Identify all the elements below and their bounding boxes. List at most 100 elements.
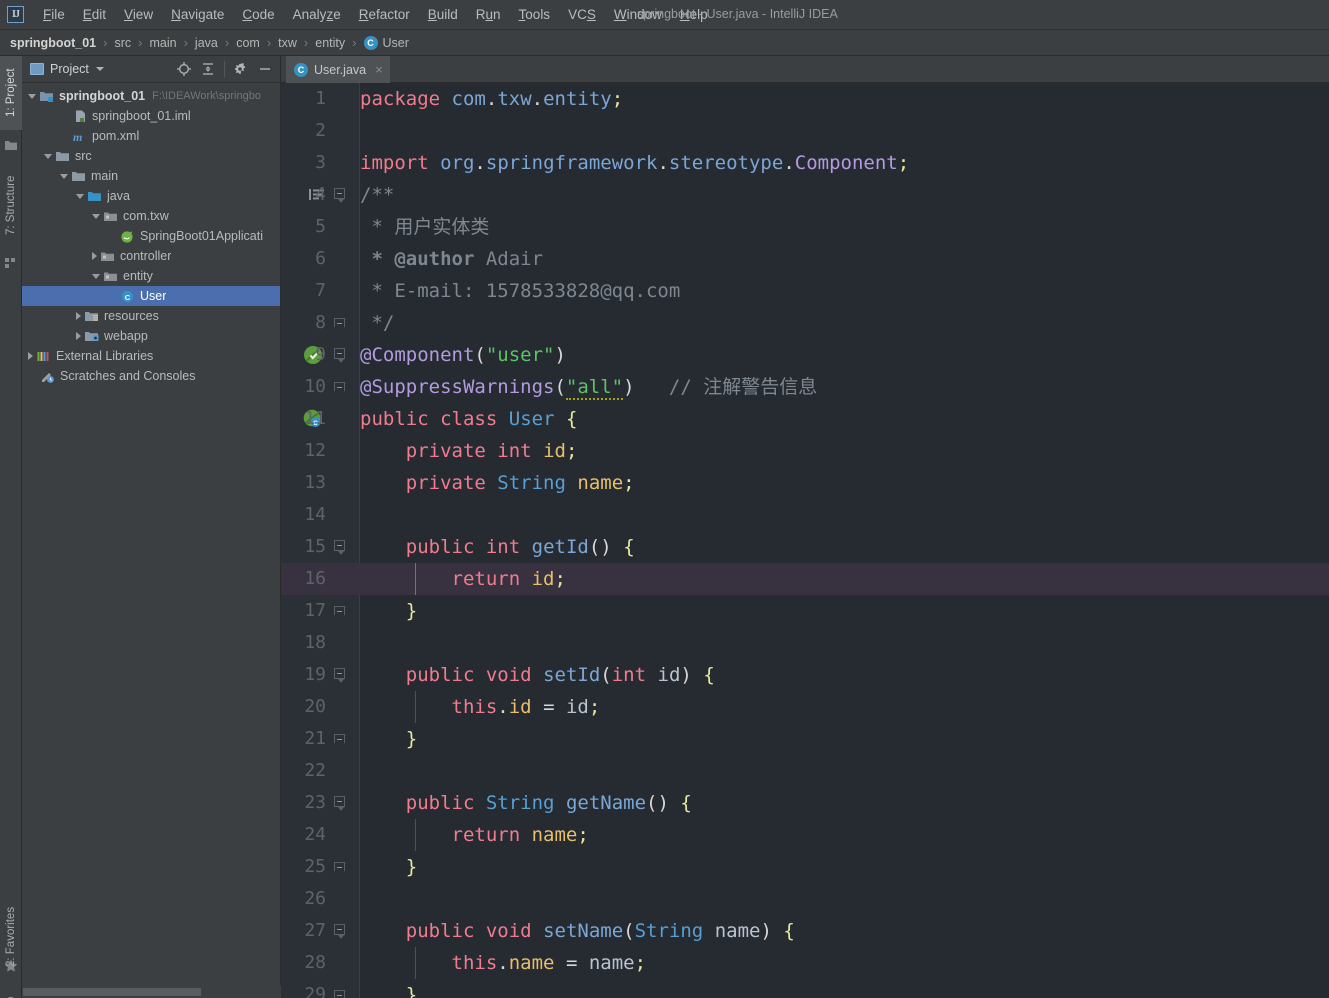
close-icon[interactable]: ×	[375, 63, 383, 76]
code-line[interactable]: 6 * @author Adair	[315, 243, 1329, 275]
tree-item-java[interactable]: java	[22, 186, 280, 206]
breadcrumb-item-user[interactable]: User	[383, 36, 409, 50]
code-line[interactable]: 27 public void setName(String name) {	[304, 915, 1329, 947]
tree-item-springboot-01-iml[interactable]: springboot_01.iml	[22, 106, 280, 126]
fold-collapse-icon[interactable]	[334, 668, 345, 683]
code-line[interactable]: 28 this.name = name;	[304, 947, 1329, 979]
code-editor[interactable]: C 1 package com.txw.entity; 2 3 import org.s…	[281, 83, 1329, 998]
menu-item-refactor[interactable]: Refactor	[350, 4, 419, 25]
tree-item-springboot01applicati[interactable]: SpringBoot01Applicati	[22, 226, 280, 246]
code-line[interactable]: 21 }	[304, 723, 1329, 755]
fold-end-icon[interactable]	[334, 318, 345, 329]
menu-item-view[interactable]: View	[115, 4, 162, 25]
menu-item-code[interactable]: Code	[233, 4, 283, 25]
tree-toggle-down-icon[interactable]	[44, 153, 52, 159]
fold-collapse-icon[interactable]	[334, 188, 345, 203]
sidebar-tab-web[interactable]: Web	[0, 986, 22, 998]
code-line[interactable]: 12 private int id;	[304, 435, 1329, 467]
project-horizontal-scrollbar[interactable]	[22, 985, 281, 998]
settings-gear-icon[interactable]	[230, 58, 252, 80]
tree-toggle-down-icon[interactable]	[92, 273, 100, 279]
fold-collapse-icon[interactable]	[334, 924, 345, 939]
tree-item-pom-xml[interactable]: m pom.xml	[22, 126, 280, 146]
breadcrumb-item-txw[interactable]: txw	[278, 36, 297, 50]
code-line[interactable]: 1 package com.txw.entity;	[315, 83, 1329, 115]
fold-collapse-icon[interactable]	[334, 796, 345, 811]
breadcrumb-item-entity[interactable]: entity	[315, 36, 345, 50]
fold-collapse-icon[interactable]	[334, 348, 345, 363]
code-line[interactable]: 10 @SuppressWarnings("all") // 注解警告信息	[304, 371, 1329, 403]
code-token: ()	[588, 536, 612, 558]
editor-tab-user-java[interactable]: C User.java ×	[286, 56, 390, 83]
breadcrumb-item-java[interactable]: java	[195, 36, 218, 50]
scrollbar-thumb[interactable]	[23, 988, 201, 996]
collapse-all-icon[interactable]	[197, 58, 219, 80]
tree-item-controller[interactable]: controller	[22, 246, 280, 266]
code-content[interactable]: 1 package com.txw.entity; 2 3 import org.spr…	[281, 83, 1329, 998]
tree-item-external-libraries[interactable]: External Libraries	[22, 346, 280, 366]
code-line[interactable]: 17 }	[304, 595, 1329, 627]
tree-toggle-right-icon[interactable]	[76, 332, 81, 340]
tree-item-com-txw[interactable]: com.txw	[22, 206, 280, 226]
tree-toggle-down-icon[interactable]	[76, 193, 84, 199]
hide-panel-icon[interactable]	[254, 58, 276, 80]
code-line[interactable]: 4 /**	[315, 179, 1329, 211]
code-line[interactable]: 8 */	[315, 307, 1329, 339]
tree-item-resources[interactable]: resources	[22, 306, 280, 326]
locate-in-tree-icon[interactable]	[173, 58, 195, 80]
tree-toggle-down-icon[interactable]	[60, 173, 68, 179]
code-line[interactable]: 25 }	[304, 851, 1329, 883]
menu-item-build[interactable]: Build	[419, 4, 467, 25]
code-line[interactable]: 7 * E-mail: 1578533828@qq.com	[315, 275, 1329, 307]
sidebar-tab-project[interactable]: 1: Project	[0, 56, 22, 130]
tree-toggle-down-icon[interactable]	[92, 213, 100, 219]
tree-item-user[interactable]: C User	[22, 286, 280, 306]
code-line[interactable]: 15 public int getId() {	[304, 531, 1329, 563]
code-line[interactable]: 13 private String name;	[304, 467, 1329, 499]
code-line[interactable]: 20 this.id = id;	[304, 691, 1329, 723]
tree-item-webapp[interactable]: webapp	[22, 326, 280, 346]
breadcrumb-item-main[interactable]: main	[149, 36, 176, 50]
menu-item-analyze[interactable]: Analyze	[284, 4, 350, 25]
code-line[interactable]: 16 return id;	[304, 563, 1329, 595]
tree-item-scratches-and-consoles[interactable]: Scratches and Consoles	[22, 366, 280, 386]
code-line[interactable]: 19 public void setId(int id) {	[304, 659, 1329, 691]
code-line[interactable]: 3 import org.springframework.stereotype.C…	[315, 147, 1329, 179]
code-line[interactable]: 18	[304, 627, 1329, 659]
code-line[interactable]: 29 }	[304, 979, 1329, 998]
chevron-down-icon[interactable]	[95, 67, 104, 71]
code-line[interactable]: 11 public class User {	[304, 403, 1329, 435]
tree-item-springboot-01[interactable]: springboot_01 F:\IDEAWork\springbo	[22, 86, 280, 106]
menu-item-run[interactable]: Run	[467, 4, 510, 25]
breadcrumb-item-src[interactable]: src	[114, 36, 131, 50]
code-line[interactable]: 22	[304, 755, 1329, 787]
fold-end-icon[interactable]	[334, 382, 345, 393]
code-line[interactable]: 26	[304, 883, 1329, 915]
fold-end-icon[interactable]	[334, 734, 345, 745]
tree-item-src[interactable]: src	[22, 146, 280, 166]
menu-item-navigate[interactable]: Navigate	[162, 4, 233, 25]
fold-collapse-icon[interactable]	[334, 540, 345, 555]
menu-item-edit[interactable]: Edit	[74, 4, 115, 25]
code-line[interactable]: 24 return name;	[304, 819, 1329, 851]
code-line[interactable]: 2	[315, 115, 1329, 147]
breadcrumb-item-com[interactable]: com	[236, 36, 260, 50]
tree-toggle-down-icon[interactable]	[28, 93, 36, 99]
code-line[interactable]: 23 public String getName() {	[304, 787, 1329, 819]
fold-end-icon[interactable]	[334, 606, 345, 617]
code-line[interactable]: 5 * 用户实体类	[315, 211, 1329, 243]
code-line[interactable]: 14	[304, 499, 1329, 531]
tree-toggle-right-icon[interactable]	[92, 252, 97, 260]
menu-item-vcs[interactable]: VCS	[559, 4, 605, 25]
tree-item-main[interactable]: main	[22, 166, 280, 186]
breadcrumb-item-springboot-01[interactable]: springboot_01	[10, 36, 96, 50]
fold-end-icon[interactable]	[334, 990, 345, 998]
menu-item-tools[interactable]: Tools	[510, 4, 560, 25]
code-line[interactable]: 9 @Component("user")	[315, 339, 1329, 371]
sidebar-tab-structure[interactable]: 7: Structure	[0, 161, 22, 249]
tree-toggle-right-icon[interactable]	[76, 312, 81, 320]
menu-item-file[interactable]: File	[34, 4, 74, 25]
fold-end-icon[interactable]	[334, 862, 345, 873]
tree-item-entity[interactable]: entity	[22, 266, 280, 286]
tree-toggle-right-icon[interactable]	[28, 352, 33, 360]
